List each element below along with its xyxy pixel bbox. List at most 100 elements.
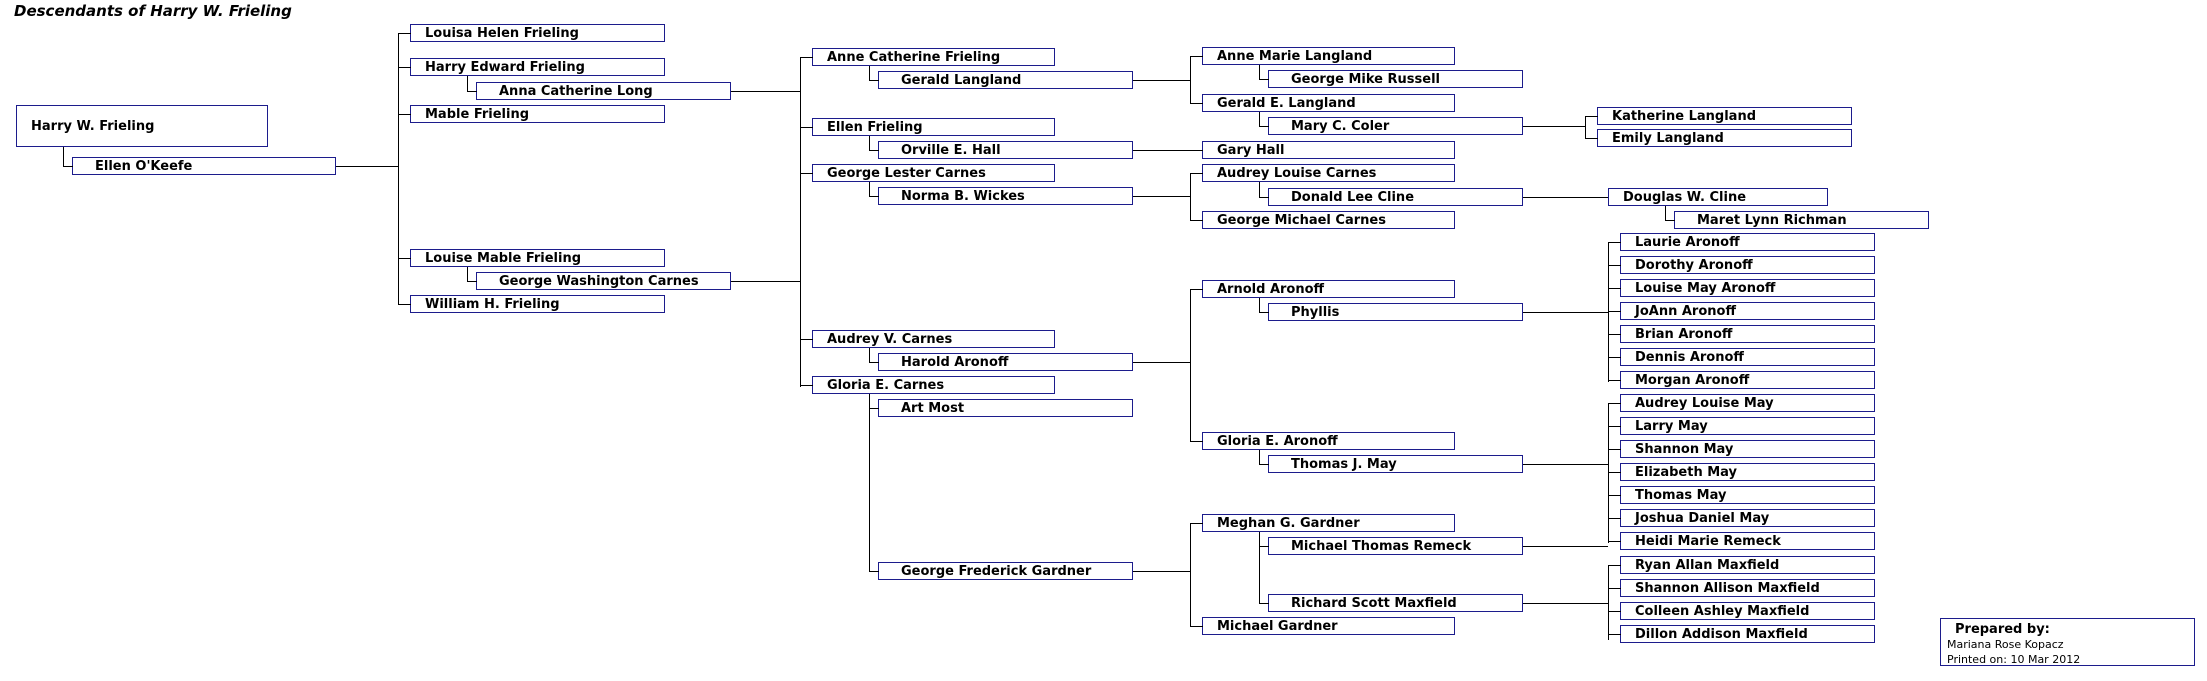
person-box-gen4[interactable]: JoAnn Aronoff [1620,302,1875,320]
connector [1133,196,1190,197]
person-box-gen1[interactable]: Louise Mable Frieling [410,249,665,267]
person-box-gen4[interactable]: Morgan Aronoff [1620,371,1875,389]
person-box-gen3-spouse[interactable]: Michael Thomas Remeck [1268,537,1523,555]
person-box-gen1[interactable]: William H. Frieling [410,295,665,313]
connector [63,147,64,166]
person-box-gen4[interactable]: Emily Langland [1597,129,1852,147]
person-box-gen4[interactable]: Dennis Aronoff [1620,348,1875,366]
prepared-by-heading: Prepared by: [1955,622,2050,637]
connector [1133,150,1190,151]
person-name: Joshua Daniel May [1635,510,1770,526]
person-box-gen3-spouse[interactable]: Thomas J. May [1268,455,1523,473]
person-box-gen3[interactable]: Gerald E. Langland [1202,94,1455,112]
connector [800,339,813,340]
person-name: Laurie Aronoff [1635,234,1740,250]
person-box-gen1-spouse[interactable]: George Washington Carnes [476,272,731,290]
person-box-gen2-spouse[interactable]: Gerald Langland [878,71,1133,89]
person-box-gen4[interactable]: Dorothy Aronoff [1620,256,1875,274]
person-box-gen2-spouse[interactable]: Art Most [878,399,1133,417]
connector [1608,311,1621,312]
connector [869,150,879,151]
person-box-gen3[interactable]: Gloria E. Aronoff [1202,432,1455,450]
person-box-gen3-spouse[interactable]: Phyllis [1268,303,1523,321]
connector [1259,298,1260,313]
person-box-gen1[interactable]: Louisa Helen Frieling [410,24,665,42]
person-box-gen3-spouse[interactable]: Donald Lee Cline [1268,188,1523,206]
person-box-gen4-spouse[interactable]: Maret Lynn Richman [1674,211,1929,229]
person-box-gen3[interactable]: Gary Hall [1202,141,1455,159]
person-name: Emily Langland [1612,130,1724,146]
person-box-gen2-spouse[interactable]: Orville E. Hall [878,141,1133,159]
connector [398,304,411,305]
person-box-gen4[interactable]: Brian Aronoff [1620,325,1875,343]
person-box-root[interactable]: Harry W. Frieling [16,105,268,147]
connector [1259,79,1269,80]
person-box-gen1[interactable]: Harry Edward Frieling [410,58,665,76]
person-box-gen2[interactable]: Anne Catherine Frieling [812,48,1055,66]
person-name: Audrey Louise May [1635,395,1774,411]
person-name: Meghan G. Gardner [1217,515,1360,531]
person-name: Louisa Helen Frieling [425,25,579,41]
person-box-gen4[interactable]: Katherine Langland [1597,107,1852,125]
person-box-gen4[interactable]: Shannon May [1620,440,1875,458]
person-box-gen2-spouse[interactable]: George Frederick Gardner [878,562,1133,580]
person-box-gen4[interactable]: Ryan Allan Maxfield [1620,556,1875,574]
person-box-gen3[interactable]: Anne Marie Langland [1202,47,1455,65]
connector [1190,289,1203,290]
connector [869,80,879,81]
connector [63,166,73,167]
connector [467,267,468,282]
person-box-gen1-spouse[interactable]: Anna Catherine Long [476,82,731,100]
connector [800,57,801,387]
person-box-gen2[interactable]: George Lester Carnes [812,164,1055,182]
connector [1133,362,1190,363]
person-box-gen4[interactable]: Audrey Louise May [1620,394,1875,412]
person-box-gen3-spouse[interactable]: Mary C. Coler [1268,117,1523,135]
person-box-gen4[interactable]: Colleen Ashley Maxfield [1620,602,1875,620]
connector [869,348,870,363]
person-name: George Lester Carnes [827,165,986,181]
person-name: Ellen O'Keefe [95,158,193,174]
person-box-gen4[interactable]: Louise May Aronoff [1620,279,1875,297]
connector [800,173,813,174]
person-name: Gloria E. Carnes [827,377,945,393]
person-name: Shannon May [1635,441,1734,457]
person-box-gen2-spouse[interactable]: Norma B. Wickes [878,187,1133,205]
connector [1259,65,1260,80]
person-box-gen2-spouse[interactable]: Harold Aronoff [878,353,1133,371]
connector [1523,464,1608,465]
person-box-gen4[interactable]: Douglas W. Cline [1608,188,1828,206]
person-name: George Frederick Gardner [901,563,1092,579]
person-box-gen4[interactable]: Laurie Aronoff [1620,233,1875,251]
person-box-gen3[interactable]: George Michael Carnes [1202,211,1455,229]
connector [1523,197,1608,198]
person-box-gen4[interactable]: Joshua Daniel May [1620,509,1875,527]
connector [1665,206,1666,221]
person-box-gen3[interactable]: Michael Gardner [1202,617,1455,635]
person-box-gen3[interactable]: Arnold Aronoff [1202,280,1455,298]
connector [1259,126,1269,127]
person-box-gen2[interactable]: Ellen Frieling [812,118,1055,136]
person-name: Gerald Langland [901,72,1022,88]
connector [1259,532,1260,604]
person-box-gen4[interactable]: Thomas May [1620,486,1875,504]
person-box-gen4[interactable]: Heidi Marie Remeck [1620,532,1875,550]
person-box-gen2[interactable]: Gloria E. Carnes [812,376,1055,394]
person-box-gen4[interactable]: Shannon Allison Maxfield [1620,579,1875,597]
person-box-gen3-spouse[interactable]: Richard Scott Maxfield [1268,594,1523,612]
person-box-gen4[interactable]: Larry May [1620,417,1875,435]
connector [1608,242,1621,243]
person-box-root-spouse[interactable]: Ellen O'Keefe [72,157,336,175]
person-box-gen4[interactable]: Elizabeth May [1620,463,1875,481]
person-name: Ellen Frieling [827,119,923,135]
connector [1190,523,1203,524]
connector [1190,173,1191,221]
person-name: Elizabeth May [1635,464,1738,480]
person-box-gen1[interactable]: Mable Frieling [410,105,665,123]
person-box-gen4[interactable]: Dillon Addison Maxfield [1620,625,1875,643]
person-box-gen3-spouse[interactable]: George Mike Russell [1268,70,1523,88]
person-box-gen3[interactable]: Meghan G. Gardner [1202,514,1455,532]
person-box-gen2[interactable]: Audrey V. Carnes [812,330,1055,348]
chart-title: Descendants of Harry W. Frieling [14,2,292,20]
person-box-gen3[interactable]: Audrey Louise Carnes [1202,164,1455,182]
